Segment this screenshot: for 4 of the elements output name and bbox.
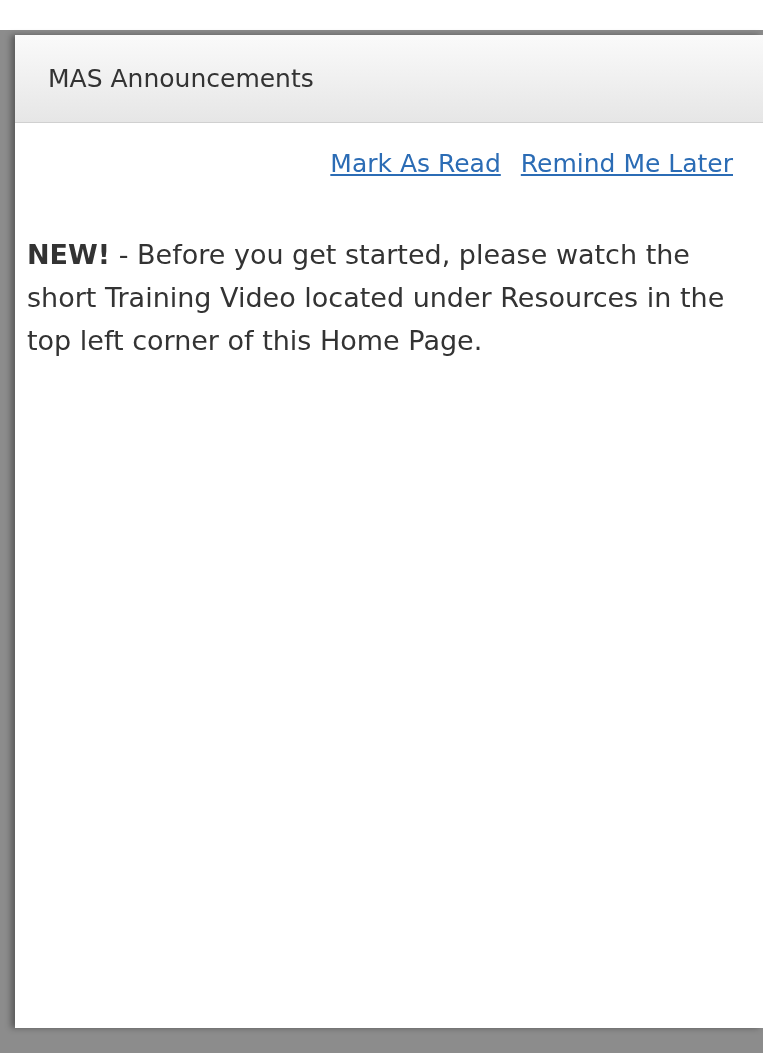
announcement-text: NEW! - Before you get started, please watch the short Training Video located under Resources in the top left corner of this Home Page.: [27, 238, 726, 358]
action-link[interactable]: Remind Me Later: [520, 149, 733, 178]
action-link[interactable]: Mark As Read: [330, 149, 501, 178]
dialog-title: MAS Announcements: [48, 64, 314, 93]
